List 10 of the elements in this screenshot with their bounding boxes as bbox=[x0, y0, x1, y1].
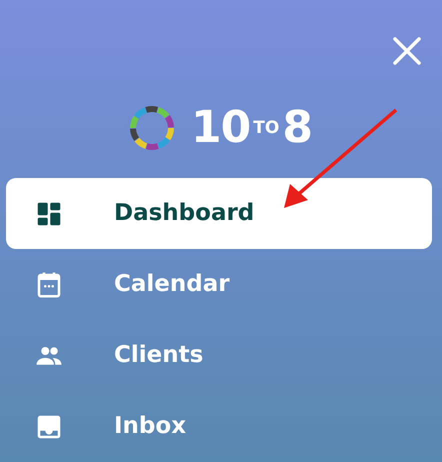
menu-item[interactable]: Calendar bbox=[6, 249, 432, 320]
close-icon bbox=[392, 36, 422, 66]
menu-item[interactable]: Inbox bbox=[6, 391, 432, 462]
menu-item[interactable]: Clients bbox=[6, 320, 432, 391]
close-button[interactable] bbox=[392, 36, 422, 66]
logo-text: 8 bbox=[282, 106, 313, 150]
logo-text: 10 bbox=[191, 106, 250, 150]
logo-icon bbox=[129, 105, 176, 151]
logo-text: TO bbox=[253, 120, 280, 136]
menu-item[interactable]: Dashboard bbox=[6, 178, 432, 249]
